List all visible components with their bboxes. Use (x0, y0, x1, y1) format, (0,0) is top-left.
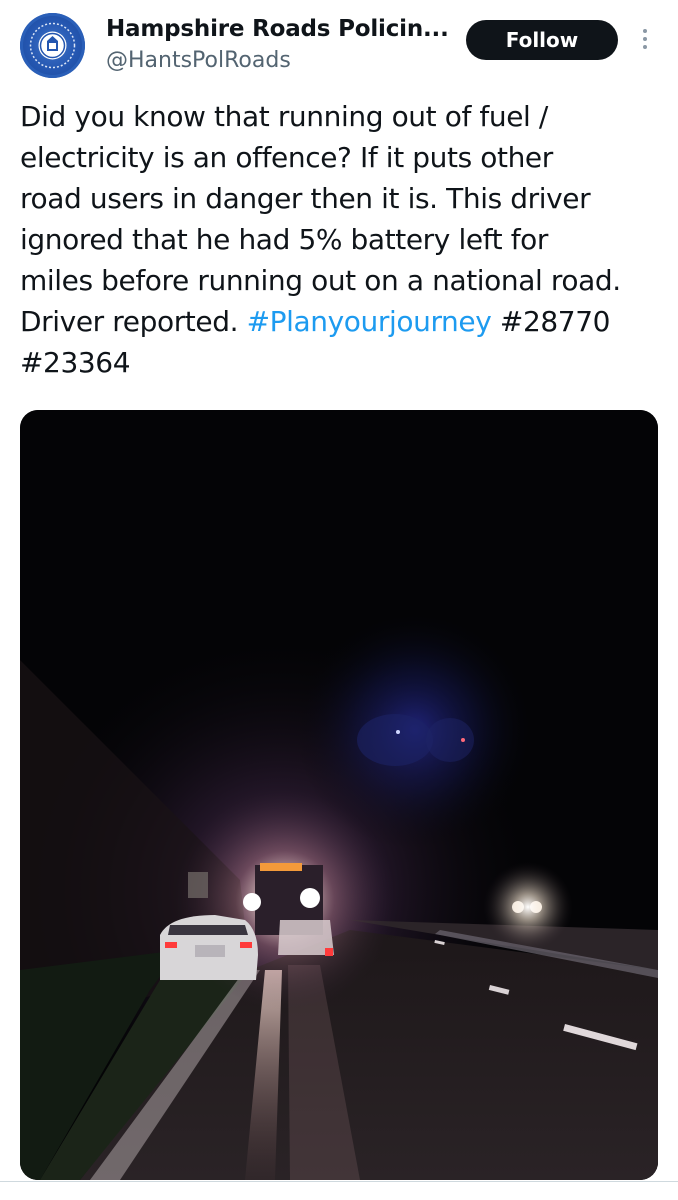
hashtag-link[interactable]: #28770 (500, 305, 611, 338)
follow-button[interactable]: Follow (466, 20, 618, 60)
police-crest-icon (29, 22, 76, 69)
more-options-icon[interactable] (637, 26, 653, 56)
night-road-recovery-photo (20, 410, 658, 1180)
tweet-line: electricity is an offence? If it puts ot… (20, 141, 553, 174)
tweet-line-with-hashtags: Driver reported. #Planyourjourney #28770 (20, 301, 660, 342)
account-display-name[interactable]: Hampshire Roads Policin... (106, 16, 449, 42)
hashtag-link[interactable]: #23364 (20, 346, 131, 379)
tweet-text: Did you know that running out of fuel / … (20, 96, 660, 383)
account-avatar[interactable] (20, 13, 85, 78)
tweet-media-photo[interactable] (20, 410, 658, 1180)
tweet-line-text: Driver reported. (20, 305, 247, 338)
tweet-line: Did you know that running out of fuel / (20, 100, 548, 133)
bottom-divider (0, 1181, 678, 1182)
tweet-line: miles before running out on a national r… (20, 264, 621, 297)
account-handle[interactable]: @HantsPolRoads (106, 48, 291, 73)
tweet-line: #23364 (20, 342, 660, 383)
tweet-line: ignored that he had 5% battery left for (20, 223, 549, 256)
tweet-header: Hampshire Roads Policin... @HantsPolRoad… (0, 0, 678, 90)
tweet-line: road users in danger then it is. This dr… (20, 182, 591, 215)
hashtag-link[interactable]: #Planyourjourney (247, 305, 492, 338)
